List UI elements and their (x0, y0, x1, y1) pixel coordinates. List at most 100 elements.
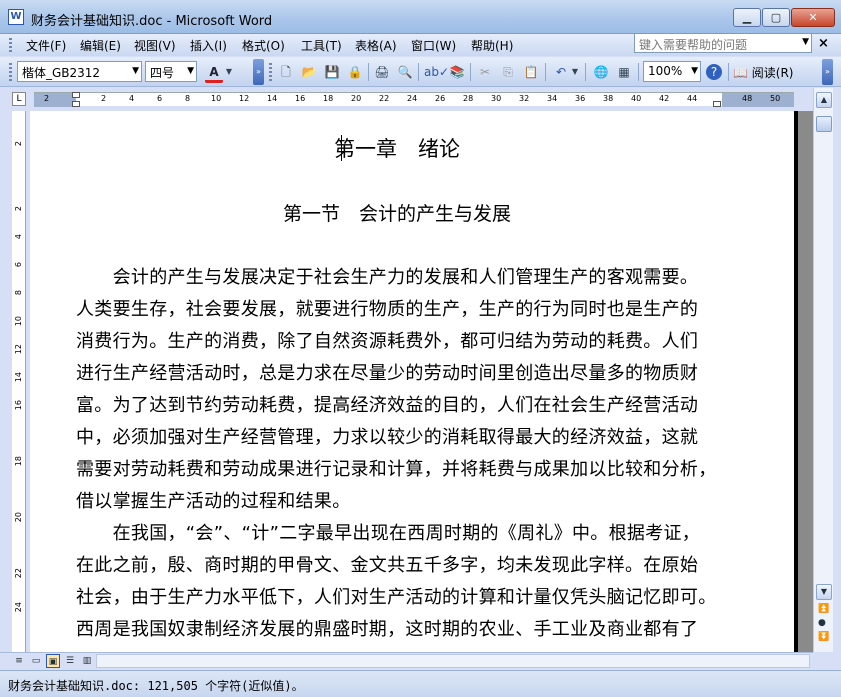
help-search-input[interactable]: 键入需要帮助的问题 ▼ (634, 33, 812, 53)
chapter-title[interactable]: 第一章 绪论 (30, 133, 764, 163)
ruler-number: 30 (491, 94, 502, 103)
body-text-line[interactable]: 西周是我国奴隶制经济发展的鼎盛时期，这时期的农业、手工业及商业都有了 (76, 615, 698, 641)
zoom-select[interactable]: 100% ▼ (643, 61, 701, 82)
menu-table[interactable]: 表格(A) (355, 37, 397, 54)
ruler-number: 32 (519, 94, 530, 103)
paste-icon[interactable]: 📋 (522, 63, 540, 81)
font-color-glyph: A (209, 65, 219, 79)
body-text-line[interactable]: 需要对劳动耗费和劳动成果进行记录和计算，并将耗费与成果加以比较和分析， (76, 455, 717, 481)
toolbar-options-chevron-icon[interactable]: » (253, 59, 264, 85)
left-indent-marker[interactable] (72, 101, 80, 107)
print-preview-icon[interactable]: 🔍 (396, 63, 414, 81)
spelling-check-icon[interactable]: ab✓ (424, 63, 449, 81)
toolbar-separator (470, 63, 471, 81)
chevron-down-icon[interactable]: ▼ (224, 63, 234, 81)
document-page[interactable]: 第一章 绪论 第一节 会计的产生与发展 会计的产生与发展决定于社会生产力的发展和… (30, 111, 794, 652)
web-layout-view-icon[interactable]: ▭ (29, 654, 43, 668)
new-document-icon[interactable]: 🗋 (277, 63, 295, 81)
undo-icon[interactable]: ↶ (552, 63, 570, 81)
close-button[interactable]: ✕ (791, 8, 835, 27)
insert-table-icon[interactable]: ▦ (615, 63, 633, 81)
tab-selector-icon[interactable]: L (12, 92, 26, 106)
menu-grip-handle[interactable] (9, 38, 12, 52)
view-bar: ≡ ▭ ▣ ☰ ▥ (0, 652, 813, 669)
word-document-icon: W (8, 9, 24, 25)
toolbar-options-chevron-icon[interactable]: » (822, 59, 833, 85)
chevron-down-icon[interactable]: ▼ (187, 66, 194, 76)
menu-insert[interactable]: 插入(I) (190, 37, 227, 54)
toolbar-separator (638, 63, 639, 81)
ruler-number: 8 (14, 290, 23, 296)
horizontal-scrollbar[interactable] (96, 654, 810, 668)
ruler-margin-left (34, 93, 76, 107)
body-text-line[interactable]: 在我国，“会”、“计”二字最早出现在西周时期的《周礼》中。根据考证， (76, 519, 700, 545)
cut-icon[interactable]: ✂ (476, 63, 494, 81)
ruler-number: 2 (101, 94, 107, 103)
formatting-toolbar: 楷体_GB2312 ▼ 四号 ▼ A ▼ » 🗋 📂 💾 🔒 🖨 🔍 ab✓ 📚… (0, 57, 841, 87)
toolbar-grip-handle[interactable] (9, 63, 12, 81)
font-color-button[interactable]: A (205, 63, 223, 83)
save-icon[interactable]: 💾 (323, 63, 341, 81)
menu-tools[interactable]: 工具(T) (301, 37, 342, 54)
document-close-button[interactable]: × (818, 36, 829, 51)
reading-layout-view-icon[interactable]: ▥ (80, 654, 94, 668)
open-folder-icon[interactable]: 📂 (300, 63, 318, 81)
chevron-down-icon[interactable]: ▼ (132, 66, 139, 76)
body-text-line[interactable]: 进行生产经营活动时，总是力求在尽量少的劳动时间里创造出尽量多的物质财 (76, 359, 698, 385)
ruler-number: 6 (14, 262, 23, 268)
menu-window[interactable]: 窗口(W) (411, 37, 456, 54)
font-name-select[interactable]: 楷体_GB2312 ▼ (17, 61, 142, 82)
read-mode-button[interactable]: 📖 阅读(R) (733, 64, 793, 81)
right-indent-marker[interactable] (713, 101, 721, 107)
body-text-line[interactable]: 富。为了达到节约劳动耗费，提高经济效益的目的，人们在社会生产经营活动 (76, 391, 698, 417)
menu-file[interactable]: 文件(F) (26, 37, 66, 54)
chevron-down-icon[interactable]: ▼ (802, 37, 809, 47)
first-line-indent-marker[interactable] (72, 92, 80, 98)
body-text-line[interactable]: 在此之前，殷、商时期的甲骨文、金文共五千多字，均未发现此字样。在原始 (76, 551, 698, 577)
body-text-line[interactable]: 中，必须加强对生产经营管理，力求以较少的消耗取得最大的经济效益，这就 (76, 423, 698, 449)
page-edge (794, 111, 798, 652)
body-text-line[interactable]: 人类要生存，社会要发展，就要进行物质的生产，生产的行为同时也是生产的 (76, 295, 698, 321)
normal-view-icon[interactable]: ≡ (12, 654, 26, 668)
minimize-button[interactable]: ▁ (733, 8, 761, 27)
hyperlink-icon[interactable]: 🌐 (592, 63, 610, 81)
help-icon[interactable]: ? (706, 64, 722, 80)
body-text-line[interactable]: 借以掌握生产活动的过程和结果。 (76, 487, 351, 513)
menu-edit[interactable]: 编辑(E) (80, 37, 121, 54)
body-text-line[interactable]: 社会，由于生产力水平低下，人们对生产活动的计算和计量仅凭头脑记忆即可。 (76, 583, 717, 609)
ruler-number: 24 (14, 602, 23, 613)
section-title[interactable]: 第一节 会计的产生与发展 (30, 199, 764, 226)
ruler-number: 12 (14, 344, 23, 355)
outline-view-icon[interactable]: ☰ (63, 654, 77, 668)
toolbar-grip-handle[interactable] (269, 63, 272, 81)
previous-page-icon[interactable]: ⏫ (818, 604, 829, 614)
permission-icon[interactable]: 🔒 (346, 63, 364, 81)
menu-view[interactable]: 视图(V) (134, 37, 176, 54)
menu-format[interactable]: 格式(O) (242, 37, 285, 54)
print-icon[interactable]: 🖨 (373, 63, 391, 81)
font-size-select[interactable]: 四号 ▼ (145, 61, 197, 82)
print-layout-view-icon[interactable]: ▣ (46, 654, 60, 668)
scroll-down-button[interactable]: ▼ (816, 584, 832, 600)
help-search-placeholder: 键入需要帮助的问题 (639, 38, 748, 52)
maximize-button[interactable]: ▢ (762, 8, 790, 27)
scroll-up-button[interactable]: ▲ (816, 92, 832, 108)
vertical-ruler[interactable]: 2 2 4 6 8 10 12 14 16 18 20 22 24 (12, 111, 26, 652)
document-area[interactable]: 第一章 绪论 第一节 会计的产生与发展 会计的产生与发展决定于社会生产力的发展和… (30, 111, 813, 652)
vertical-scrollbar[interactable]: ▲ ▼ ⏫ ● ⏬ (813, 88, 833, 652)
scroll-thumb[interactable] (816, 116, 832, 132)
chevron-down-icon[interactable]: ▼ (570, 63, 580, 81)
horizontal-ruler[interactable]: 2 2 4 6 8 10 12 14 16 18 20 22 24 26 28 … (34, 92, 794, 107)
status-text: 财务会计基础知识.doc: 121,505 个字符(近似值)。 (8, 679, 304, 693)
menu-help[interactable]: 帮助(H) (471, 37, 513, 54)
select-browse-object-icon[interactable]: ● (818, 618, 826, 628)
body-text-line[interactable]: 会计的产生与发展决定于社会生产力的发展和人们管理生产的客观需要。 (76, 263, 698, 289)
next-page-icon[interactable]: ⏬ (818, 632, 829, 642)
body-text-line[interactable]: 消费行为。生产的消费，除了自然资源耗费外，都可归结为劳动的耗费。人们 (76, 327, 698, 353)
font-size-value: 四号 (150, 66, 175, 80)
research-icon[interactable]: 📚 (448, 63, 466, 81)
ruler-number: 2 (44, 94, 50, 103)
chevron-down-icon[interactable]: ▼ (691, 66, 698, 76)
copy-icon[interactable]: ⎘ (499, 63, 517, 81)
ruler-number: 38 (603, 94, 614, 103)
